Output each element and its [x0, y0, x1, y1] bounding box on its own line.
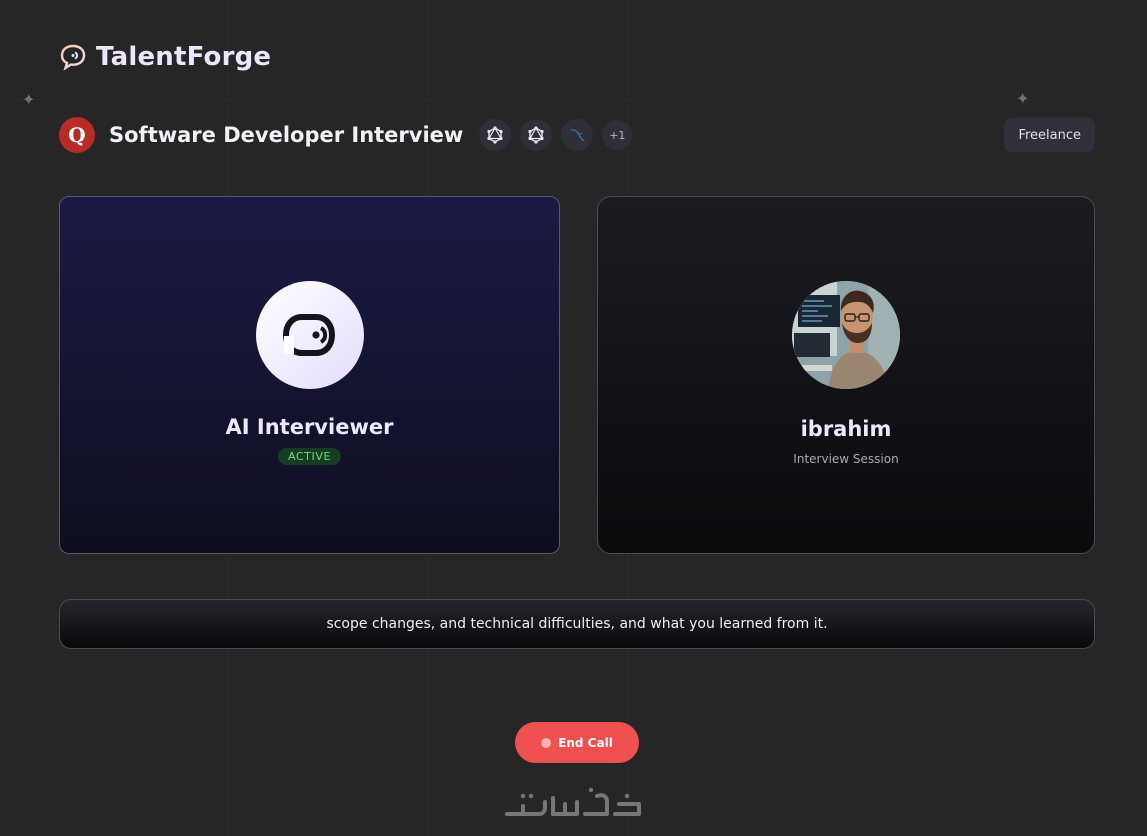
brand-name: TalentForge: [96, 42, 272, 72]
user-name: ibrahim: [800, 417, 892, 441]
user-avatar-photo: [792, 281, 900, 389]
interviewer-logo-icon: [282, 314, 335, 356]
user-avatar: [792, 281, 900, 389]
ai-name: AI Interviewer: [225, 415, 394, 439]
interview-type-badge: Freelance: [1004, 118, 1095, 152]
more-tech-badge[interactable]: +1: [602, 120, 633, 150]
record-dot-icon: [541, 737, 552, 748]
end-call-button[interactable]: End Call: [515, 722, 639, 763]
company-logo: Q: [59, 117, 95, 153]
watermark-logo: [505, 787, 641, 816]
graphql-icon: [479, 119, 512, 151]
mysql-dolphin-icon: [561, 119, 594, 151]
graphql-icon: [520, 119, 553, 151]
session-label: Interview Session: [793, 452, 899, 466]
status-badge: ACTIVE: [277, 448, 342, 465]
transcript-text: scope changes, and technical difficultie…: [326, 616, 828, 632]
chat-bubble-logo-icon: [60, 44, 86, 71]
user-card: ibrahim Interview Session: [597, 196, 1095, 554]
sparkle-icon: ✦: [22, 90, 36, 109]
ai-interviewer-card: AI Interviewer ACTIVE: [59, 196, 560, 554]
tech-stack-list: +1: [479, 119, 633, 151]
ai-avatar: [255, 281, 364, 389]
transcript-box: scope changes, and technical difficultie…: [59, 599, 1095, 649]
interview-header: Q Software Developer Interview +1 Freela…: [59, 117, 1095, 153]
brand[interactable]: TalentForge: [59, 42, 271, 72]
sparkle-icon: ✦: [1016, 89, 1030, 108]
background-gridline: [0, 99, 1147, 100]
end-call-label: End Call: [558, 735, 613, 750]
interview-title: Software Developer Interview: [109, 123, 464, 147]
